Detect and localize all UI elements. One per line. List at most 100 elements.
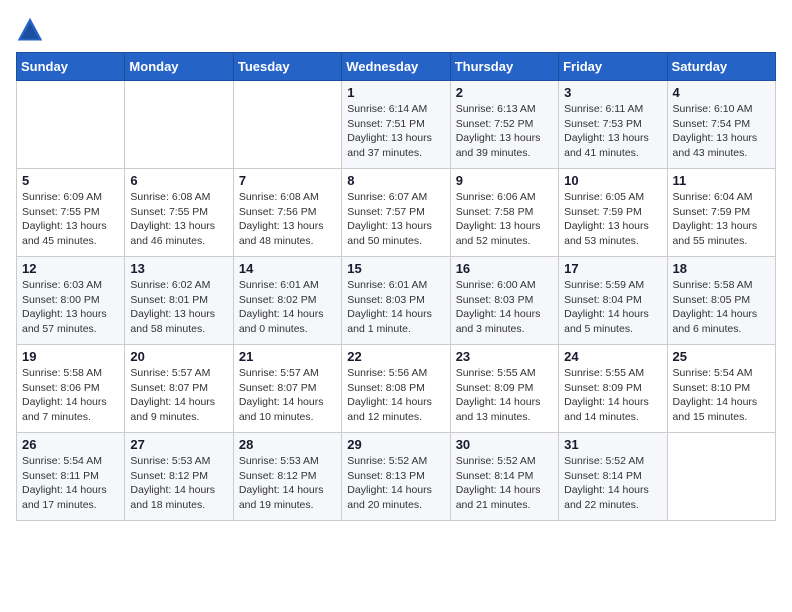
day-number: 1	[347, 85, 444, 100]
day-info: Sunrise: 5:58 AMSunset: 8:06 PMDaylight:…	[22, 366, 119, 425]
day-number: 6	[130, 173, 227, 188]
day-info: Sunrise: 6:09 AMSunset: 7:55 PMDaylight:…	[22, 190, 119, 249]
calendar-cell: 13 Sunrise: 6:02 AMSunset: 8:01 PMDayligh…	[125, 257, 233, 345]
day-number: 20	[130, 349, 227, 364]
calendar-cell: 8Sunrise: 6:07 AMSunset: 7:57 PMDaylight…	[342, 169, 450, 257]
calendar-cell: 3 Sunrise: 6:11 AMSunset: 7:53 PMDaylight…	[559, 81, 667, 169]
header-day-monday: Monday	[125, 53, 233, 81]
calendar-cell: 17 Sunrise: 5:59 AMSunset: 8:04 PMDayligh…	[559, 257, 667, 345]
header-day-wednesday: Wednesday	[342, 53, 450, 81]
day-info: Sunrise: 5:57 AMSunset: 8:07 PMDaylight:…	[130, 366, 227, 425]
calendar-cell: 30 Sunrise: 5:52 AMSunset: 8:14 PMDayligh…	[450, 433, 558, 521]
day-number: 4	[673, 85, 770, 100]
day-number: 13	[130, 261, 227, 276]
day-number: 29	[347, 437, 444, 452]
day-number: 2	[456, 85, 553, 100]
day-info: Sunrise: 6:02 AMSunset: 8:01 PMDaylight:…	[130, 278, 227, 337]
header-day-tuesday: Tuesday	[233, 53, 341, 81]
day-info: Sunrise: 5:55 AMSunset: 8:09 PMDaylight:…	[456, 366, 553, 425]
header-day-sunday: Sunday	[17, 53, 125, 81]
calendar-cell: 31 Sunrise: 5:52 AMSunset: 8:14 PMDayligh…	[559, 433, 667, 521]
calendar-cell: 28Sunrise: 5:53 AMSunset: 8:12 PMDayligh…	[233, 433, 341, 521]
calendar-week-3: 12 Sunrise: 6:03 AMSunset: 8:00 PMDayligh…	[17, 257, 776, 345]
calendar-cell: 7Sunrise: 6:08 AMSunset: 7:56 PMDaylight…	[233, 169, 341, 257]
calendar-week-1: 1 Sunrise: 6:14 AMSunset: 7:51 PMDaylight…	[17, 81, 776, 169]
header-day-thursday: Thursday	[450, 53, 558, 81]
day-info: Sunrise: 6:13 AMSunset: 7:52 PMDaylight:…	[456, 102, 553, 161]
calendar-cell	[233, 81, 341, 169]
day-info: Sunrise: 6:11 AMSunset: 7:53 PMDaylight:…	[564, 102, 661, 161]
day-number: 27	[130, 437, 227, 452]
day-number: 15	[347, 261, 444, 276]
day-number: 18	[673, 261, 770, 276]
day-info: Sunrise: 6:05 AMSunset: 7:59 PMDaylight:…	[564, 190, 661, 249]
day-number: 12	[22, 261, 119, 276]
calendar-cell: 22 Sunrise: 5:56 AMSunset: 8:08 PMDayligh…	[342, 345, 450, 433]
day-info: Sunrise: 5:52 AMSunset: 8:14 PMDaylight:…	[456, 454, 553, 513]
day-number: 22	[347, 349, 444, 364]
calendar-header: SundayMondayTuesdayWednesdayThursdayFrid…	[17, 53, 776, 81]
day-info: Sunrise: 5:52 AMSunset: 8:14 PMDaylight:…	[564, 454, 661, 513]
day-number: 3	[564, 85, 661, 100]
day-info: Sunrise: 5:52 AMSunset: 8:13 PMDaylight:…	[347, 454, 444, 513]
day-number: 9	[456, 173, 553, 188]
day-info: Sunrise: 5:55 AMSunset: 8:09 PMDaylight:…	[564, 366, 661, 425]
calendar-cell: 23Sunrise: 5:55 AMSunset: 8:09 PMDayligh…	[450, 345, 558, 433]
day-info: Sunrise: 6:03 AMSunset: 8:00 PMDaylight:…	[22, 278, 119, 337]
logo-icon	[16, 16, 44, 44]
calendar-cell: 26 Sunrise: 5:54 AMSunset: 8:11 PMDayligh…	[17, 433, 125, 521]
calendar-week-4: 19 Sunrise: 5:58 AMSunset: 8:06 PMDayligh…	[17, 345, 776, 433]
day-info: Sunrise: 6:07 AMSunset: 7:57 PMDaylight:…	[347, 190, 444, 249]
day-info: Sunrise: 6:06 AMSunset: 7:58 PMDaylight:…	[456, 190, 553, 249]
calendar-cell: 19 Sunrise: 5:58 AMSunset: 8:06 PMDayligh…	[17, 345, 125, 433]
calendar-cell: 1 Sunrise: 6:14 AMSunset: 7:51 PMDaylight…	[342, 81, 450, 169]
calendar-cell: 5 Sunrise: 6:09 AMSunset: 7:55 PMDaylight…	[17, 169, 125, 257]
calendar-cell: 12 Sunrise: 6:03 AMSunset: 8:00 PMDayligh…	[17, 257, 125, 345]
day-number: 19	[22, 349, 119, 364]
header-day-saturday: Saturday	[667, 53, 775, 81]
calendar-week-5: 26 Sunrise: 5:54 AMSunset: 8:11 PMDayligh…	[17, 433, 776, 521]
calendar-cell	[17, 81, 125, 169]
day-number: 7	[239, 173, 336, 188]
calendar-cell: 2 Sunrise: 6:13 AMSunset: 7:52 PMDaylight…	[450, 81, 558, 169]
day-info: Sunrise: 6:10 AMSunset: 7:54 PMDaylight:…	[673, 102, 770, 161]
day-number: 26	[22, 437, 119, 452]
calendar-body: 1 Sunrise: 6:14 AMSunset: 7:51 PMDaylight…	[17, 81, 776, 521]
day-number: 30	[456, 437, 553, 452]
day-info: Sunrise: 5:53 AMSunset: 8:12 PMDaylight:…	[130, 454, 227, 513]
day-number: 10	[564, 173, 661, 188]
day-number: 14	[239, 261, 336, 276]
day-number: 28	[239, 437, 336, 452]
calendar-cell	[125, 81, 233, 169]
logo	[16, 16, 48, 44]
calendar-cell: 11Sunrise: 6:04 AMSunset: 7:59 PMDayligh…	[667, 169, 775, 257]
calendar-cell: 27 Sunrise: 5:53 AMSunset: 8:12 PMDayligh…	[125, 433, 233, 521]
day-info: Sunrise: 5:57 AMSunset: 8:07 PMDaylight:…	[239, 366, 336, 425]
calendar-cell: 20 Sunrise: 5:57 AMSunset: 8:07 PMDayligh…	[125, 345, 233, 433]
day-info: Sunrise: 6:01 AMSunset: 8:02 PMDaylight:…	[239, 278, 336, 337]
calendar-cell: 14 Sunrise: 6:01 AMSunset: 8:02 PMDayligh…	[233, 257, 341, 345]
calendar-cell	[667, 433, 775, 521]
day-info: Sunrise: 6:00 AMSunset: 8:03 PMDaylight:…	[456, 278, 553, 337]
day-number: 31	[564, 437, 661, 452]
page-header	[16, 16, 776, 44]
day-info: Sunrise: 6:04 AMSunset: 7:59 PMDaylight:…	[673, 190, 770, 249]
calendar-cell: 24 Sunrise: 5:55 AMSunset: 8:09 PMDayligh…	[559, 345, 667, 433]
day-info: Sunrise: 5:56 AMSunset: 8:08 PMDaylight:…	[347, 366, 444, 425]
calendar-cell: 15 Sunrise: 6:01 AMSunset: 8:03 PMDayligh…	[342, 257, 450, 345]
header-row: SundayMondayTuesdayWednesdayThursdayFrid…	[17, 53, 776, 81]
day-number: 24	[564, 349, 661, 364]
day-info: Sunrise: 5:54 AMSunset: 8:11 PMDaylight:…	[22, 454, 119, 513]
day-info: Sunrise: 6:14 AMSunset: 7:51 PMDaylight:…	[347, 102, 444, 161]
day-number: 17	[564, 261, 661, 276]
calendar-cell: 6Sunrise: 6:08 AMSunset: 7:55 PMDaylight…	[125, 169, 233, 257]
day-number: 5	[22, 173, 119, 188]
calendar-cell: 10 Sunrise: 6:05 AMSunset: 7:59 PMDayligh…	[559, 169, 667, 257]
calendar-cell: 4 Sunrise: 6:10 AMSunset: 7:54 PMDaylight…	[667, 81, 775, 169]
day-info: Sunrise: 5:58 AMSunset: 8:05 PMDaylight:…	[673, 278, 770, 337]
day-info: Sunrise: 6:01 AMSunset: 8:03 PMDaylight:…	[347, 278, 444, 337]
day-number: 16	[456, 261, 553, 276]
calendar-cell: 16 Sunrise: 6:00 AMSunset: 8:03 PMDayligh…	[450, 257, 558, 345]
header-day-friday: Friday	[559, 53, 667, 81]
day-info: Sunrise: 5:59 AMSunset: 8:04 PMDaylight:…	[564, 278, 661, 337]
